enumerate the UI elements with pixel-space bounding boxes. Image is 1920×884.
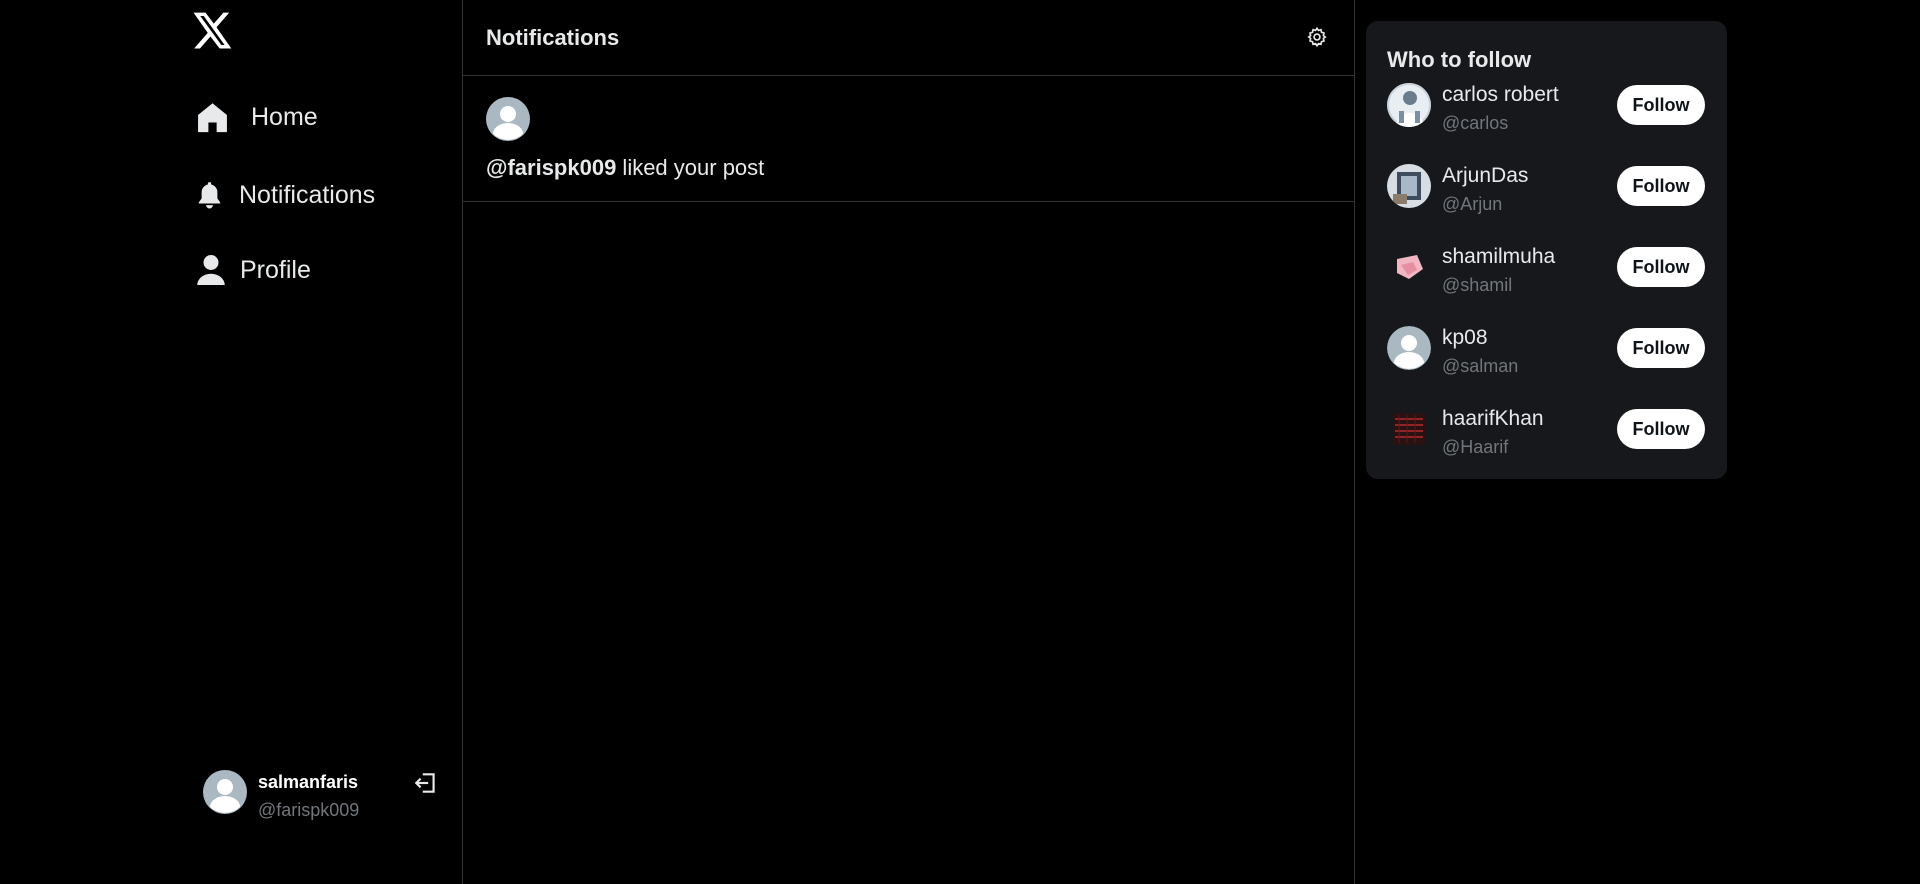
account-handle: @farispk009 [258, 800, 360, 820]
nav-home-label: Home [251, 102, 318, 131]
notification-text: @farispk009 liked your post [486, 155, 764, 181]
avatar [1387, 326, 1431, 370]
suggestion-handle: @shamil [1442, 275, 1513, 295]
follow-suggestion[interactable]: ArjunDas @Arjun Follow [1387, 164, 1712, 224]
nav-item-profile[interactable]: Profile [196, 253, 311, 287]
suggestion-handle: @Arjun [1442, 194, 1503, 214]
avatar [1387, 245, 1431, 289]
suggestion-handle: @Haarif [1442, 437, 1509, 457]
follow-button[interactable]: Follow [1617, 247, 1705, 287]
main-column: Notifications @farispk009 liked your pos… [463, 0, 1355, 884]
nav-item-notifications[interactable]: Notifications [196, 180, 375, 210]
notification-message: liked your post [616, 155, 765, 180]
notification-user[interactable]: @farispk009 [486, 155, 616, 180]
gear-icon[interactable] [1306, 26, 1328, 53]
suggestion-name: kp08 [1442, 326, 1488, 349]
follow-suggestion[interactable]: shamilmuha @shamil Follow [1387, 245, 1712, 305]
user-icon [196, 253, 226, 287]
follow-button[interactable]: Follow [1617, 328, 1705, 368]
nav-item-home[interactable]: Home [196, 100, 318, 134]
left-sidebar: Home Notifications Profile salmanfaris @… [0, 0, 463, 884]
avatar [1387, 407, 1431, 451]
follow-suggestion[interactable]: haarifKhan @Haarif Follow [1387, 407, 1712, 467]
home-icon [196, 100, 229, 134]
follow-suggestion[interactable]: carlos robert @carlos Follow [1387, 83, 1712, 143]
avatar [203, 770, 247, 819]
who-to-follow-title: Who to follow [1387, 47, 1532, 72]
follow-button[interactable]: Follow [1617, 85, 1705, 125]
avatar [1387, 164, 1431, 208]
notification-item[interactable]: @farispk009 liked your post [463, 76, 1354, 202]
who-to-follow-panel: Who to follow carlos robert @carlos Foll… [1366, 21, 1727, 479]
suggestion-name: shamilmuha [1442, 245, 1556, 268]
avatar [486, 97, 530, 146]
bell-icon [196, 180, 223, 210]
follow-suggestion[interactable]: kp08 @salman Follow [1387, 326, 1712, 386]
suggestion-handle: @carlos [1442, 113, 1509, 133]
follow-button[interactable]: Follow [1617, 166, 1705, 206]
account-switcher[interactable]: salmanfaris @farispk009 [203, 768, 448, 828]
logout-icon[interactable] [413, 770, 439, 801]
account-name: salmanfaris [258, 772, 359, 792]
follow-button[interactable]: Follow [1617, 409, 1705, 449]
x-logo-icon[interactable] [193, 12, 235, 54]
main-header: Notifications [463, 0, 1354, 76]
avatar [1387, 83, 1431, 127]
nav-notifications-label: Notifications [239, 180, 376, 209]
suggestion-name: haarifKhan [1442, 407, 1544, 430]
nav-profile-label: Profile [240, 255, 311, 284]
suggestion-handle: @salman [1442, 356, 1519, 376]
suggestion-name: carlos robert [1442, 83, 1559, 106]
suggestion-name: ArjunDas [1442, 164, 1529, 187]
page-title: Notifications [486, 25, 620, 50]
